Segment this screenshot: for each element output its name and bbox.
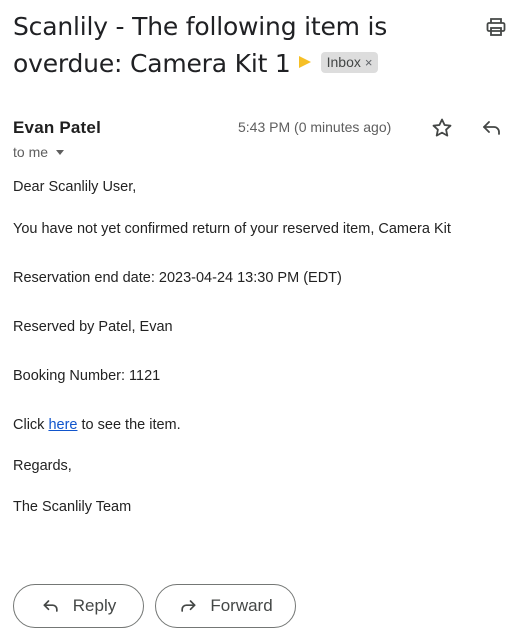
forward-button[interactable]: Forward — [155, 584, 296, 628]
body-line-click: Click here to see the item. — [13, 417, 181, 433]
body-line-reminder: You have not yet confirmed return of you… — [13, 221, 451, 237]
reply-icon — [43, 600, 58, 612]
remove-label-icon[interactable]: × — [365, 55, 373, 70]
forward-button-label: Forward — [210, 596, 273, 615]
body-line-end-date: Reservation end date: 2023-04-24 13:30 P… — [13, 270, 342, 286]
reply-button[interactable]: Reply — [13, 584, 144, 628]
chevron-down-icon — [56, 150, 65, 155]
body-regards: Regards, — [13, 458, 72, 474]
message-timestamp: 5:43 PM (0 minutes ago) — [238, 119, 392, 135]
item-link[interactable]: here — [48, 417, 77, 433]
print-icon — [486, 18, 506, 36]
recipient-text: to me — [13, 144, 49, 160]
body-greeting: Dear Scanlily User, — [13, 179, 137, 195]
body-line-booking-number: Booking Number: 1121 — [13, 368, 161, 384]
inbox-label-chip[interactable]: Inbox × — [320, 51, 379, 73]
label-chip-text: Inbox — [326, 53, 361, 70]
reply-icon — [483, 121, 500, 135]
reply-button-label: Reply — [72, 596, 117, 615]
star-button[interactable] — [430, 116, 454, 140]
importance-marker-icon[interactable] — [298, 56, 311, 68]
reply-icon-button[interactable] — [480, 116, 504, 140]
email-subject: Scanlily - The following item is overdue… — [13, 8, 473, 82]
body-signature: The Scanlily Team — [13, 499, 132, 515]
click-suffix: to see the item. — [81, 417, 181, 433]
sender-name[interactable]: Evan Patel — [13, 118, 101, 138]
forward-icon — [181, 600, 196, 612]
print-button[interactable] — [484, 15, 508, 39]
recipient-details[interactable]: to me — [13, 144, 65, 160]
body-line-reserved-by: Reserved by Patel, Evan — [13, 319, 173, 335]
click-prefix: Click — [13, 417, 45, 433]
star-icon — [432, 118, 452, 137]
